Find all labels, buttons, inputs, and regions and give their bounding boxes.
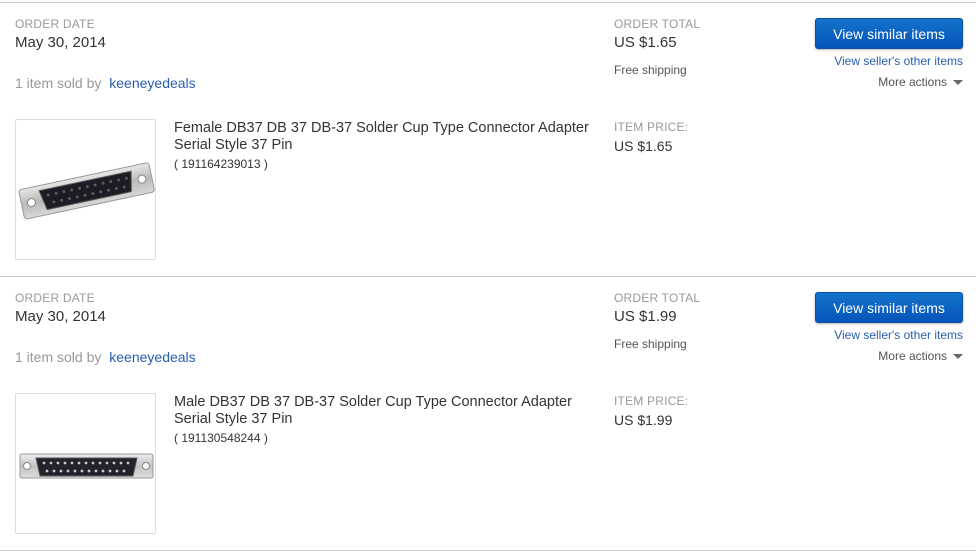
order-date-label: ORDER DATE xyxy=(15,17,95,31)
seller-link[interactable]: keeneyedeals xyxy=(109,75,195,91)
divider xyxy=(0,2,976,3)
divider xyxy=(0,276,976,277)
seller-other-items-link[interactable]: View seller's other items xyxy=(834,54,963,68)
item-thumbnail[interactable] xyxy=(15,393,156,534)
order-card: ORDER DATE May 30, 2014 1 item sold by k… xyxy=(0,276,976,550)
item-number: ( 191164239013 ) xyxy=(174,157,268,171)
sold-by-label: 1 item sold by xyxy=(15,75,102,91)
item-title-link[interactable]: Male DB37 DB 37 DB-37 Solder Cup Type Co… xyxy=(174,394,594,428)
male-db37-connector-image xyxy=(19,453,154,479)
item-price-label: ITEM PRICE: xyxy=(614,394,689,408)
more-actions-label: More actions xyxy=(878,75,947,89)
sold-by: 1 item sold by keeneyedeals xyxy=(15,75,196,91)
sold-by-label: 1 item sold by xyxy=(15,349,102,365)
caret-down-icon xyxy=(953,354,963,360)
shipping-info: Free shipping xyxy=(614,63,687,77)
item-thumbnail[interactable] xyxy=(15,119,156,260)
order-total-label: ORDER TOTAL xyxy=(614,291,701,305)
item-price-label: ITEM PRICE: xyxy=(614,120,689,134)
item-number: ( 191130548244 ) xyxy=(174,431,268,445)
more-actions-label: More actions xyxy=(878,349,947,363)
seller-other-items-link[interactable]: View seller's other items xyxy=(834,328,963,342)
shipping-info: Free shipping xyxy=(614,337,687,351)
order-date-label: ORDER DATE xyxy=(15,291,95,305)
item-price: US $1.99 xyxy=(614,412,673,428)
order-card: ORDER DATE May 30, 2014 1 item sold by k… xyxy=(0,2,976,276)
female-db37-connector-image xyxy=(18,162,155,220)
more-actions-menu[interactable]: More actions xyxy=(878,75,963,89)
item-price: US $1.65 xyxy=(614,138,673,154)
divider xyxy=(0,550,976,551)
order-total: US $1.99 xyxy=(614,308,677,325)
order-date: May 30, 2014 xyxy=(15,308,106,325)
view-similar-button[interactable]: View similar items xyxy=(815,18,963,49)
view-similar-button[interactable]: View similar items xyxy=(815,292,963,323)
caret-down-icon xyxy=(953,80,963,86)
seller-link[interactable]: keeneyedeals xyxy=(109,349,195,365)
item-title-link[interactable]: Female DB37 DB 37 DB-37 Solder Cup Type … xyxy=(174,120,594,154)
order-total: US $1.65 xyxy=(614,34,677,51)
more-actions-menu[interactable]: More actions xyxy=(878,349,963,363)
order-date: May 30, 2014 xyxy=(15,34,106,51)
order-total-label: ORDER TOTAL xyxy=(614,17,701,31)
sold-by: 1 item sold by keeneyedeals xyxy=(15,349,196,365)
